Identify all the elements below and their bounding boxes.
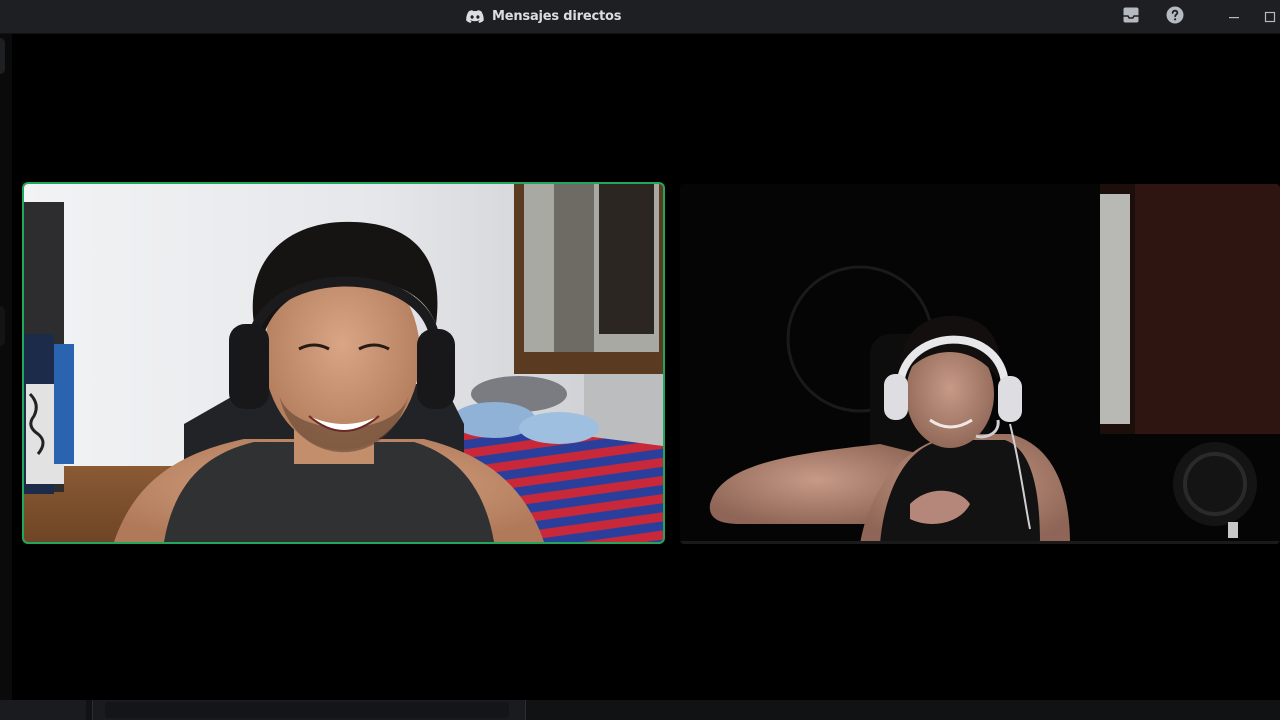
participant-video-frame bbox=[24, 184, 663, 542]
rail-indicator bbox=[0, 306, 5, 346]
participant-video-frame bbox=[680, 184, 1280, 544]
bottom-panel-left-segment bbox=[0, 700, 86, 720]
server-rail-edge bbox=[0, 34, 12, 700]
call-controls-strip[interactable] bbox=[105, 702, 509, 718]
inbox-button[interactable] bbox=[1120, 6, 1142, 28]
title-bar: Mensajes directos bbox=[0, 0, 1280, 34]
minimize-button[interactable] bbox=[1223, 6, 1245, 28]
window-title: Mensajes directos bbox=[492, 9, 622, 24]
minimize-icon bbox=[1228, 8, 1240, 27]
bottom-panel bbox=[0, 700, 1280, 720]
participant-video-tile-left[interactable] bbox=[24, 184, 663, 542]
discord-logo-icon bbox=[466, 9, 484, 24]
bottom-panel-call-controls-area bbox=[92, 700, 526, 720]
rail-indicator bbox=[0, 38, 5, 74]
maximize-icon bbox=[1264, 8, 1276, 27]
window-title-group: Mensajes directos bbox=[466, 0, 621, 33]
inbox-icon bbox=[1122, 6, 1140, 28]
participant-video-tile-right[interactable] bbox=[680, 184, 1280, 544]
help-button[interactable] bbox=[1164, 6, 1186, 28]
maximize-button[interactable] bbox=[1259, 6, 1280, 28]
help-icon bbox=[1166, 6, 1184, 28]
